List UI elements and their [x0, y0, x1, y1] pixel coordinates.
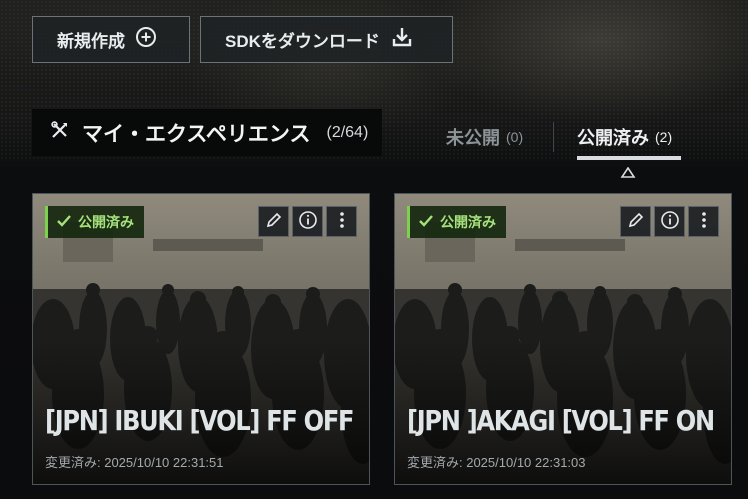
- experience-card[interactable]: 公開済み [JPN] IBUKI [VOL] FF OFF 変更済み: 2025…: [32, 193, 370, 485]
- download-sdk-button[interactable]: SDKをダウンロード: [200, 16, 453, 63]
- card-modified-date: 変更済み: 2025/10/10 22:31:03: [407, 455, 586, 470]
- pencil-icon: [265, 211, 283, 233]
- status-badge: 公開済み: [45, 206, 144, 238]
- info-icon: [660, 210, 680, 234]
- card-modified-date: 変更済み: 2025/10/10 22:31:51: [45, 455, 224, 470]
- more-vertical-icon: [339, 211, 345, 233]
- new-button-label: 新規作成: [57, 32, 125, 51]
- info-icon: [298, 210, 318, 234]
- card-actions: [620, 206, 719, 237]
- tab-published-label: 公開済み: [577, 128, 649, 148]
- status-badge: 公開済み: [407, 206, 506, 238]
- experience-card[interactable]: 公開済み [JPN ]AKAGI [VOL] FF ON 変更済み: 2025/…: [394, 193, 732, 485]
- download-icon: [390, 25, 414, 54]
- tab-unpublished[interactable]: 未公開 (0): [446, 118, 523, 156]
- plus-circle-icon: [135, 26, 157, 53]
- download-sdk-label: SDKをダウンロード: [225, 32, 380, 51]
- tab-divider: [553, 122, 554, 152]
- more-button[interactable]: [688, 206, 719, 237]
- card-title: [JPN ]AKAGI [VOL] FF ON: [407, 404, 715, 437]
- section-header: マイ・エクスペリエンス (2/64): [32, 109, 383, 156]
- check-icon: [418, 214, 434, 231]
- new-button[interactable]: 新規作成: [32, 16, 190, 63]
- tab-published[interactable]: 公開済み (2): [577, 118, 672, 156]
- tools-icon: [50, 120, 70, 145]
- caret-up-icon: [620, 164, 636, 183]
- more-vertical-icon: [701, 211, 707, 233]
- tab-unpublished-count: (0): [506, 129, 524, 145]
- pencil-icon: [627, 211, 645, 233]
- check-icon: [56, 214, 72, 231]
- tab-published-count: (2): [655, 129, 673, 145]
- card-actions: [258, 206, 357, 237]
- active-tab-indicator: [577, 156, 681, 160]
- card-title: [JPN] IBUKI [VOL] FF OFF: [45, 404, 354, 437]
- edit-button[interactable]: [258, 206, 289, 237]
- tab-unpublished-label: 未公開: [446, 128, 500, 148]
- status-label: 公開済み: [78, 214, 134, 230]
- section-title: マイ・エクスペリエンス: [82, 122, 311, 146]
- section-count: (2/64): [326, 123, 369, 141]
- info-button[interactable]: [654, 206, 685, 237]
- info-button[interactable]: [292, 206, 323, 237]
- status-label: 公開済み: [440, 214, 496, 230]
- edit-button[interactable]: [620, 206, 651, 237]
- more-button[interactable]: [326, 206, 357, 237]
